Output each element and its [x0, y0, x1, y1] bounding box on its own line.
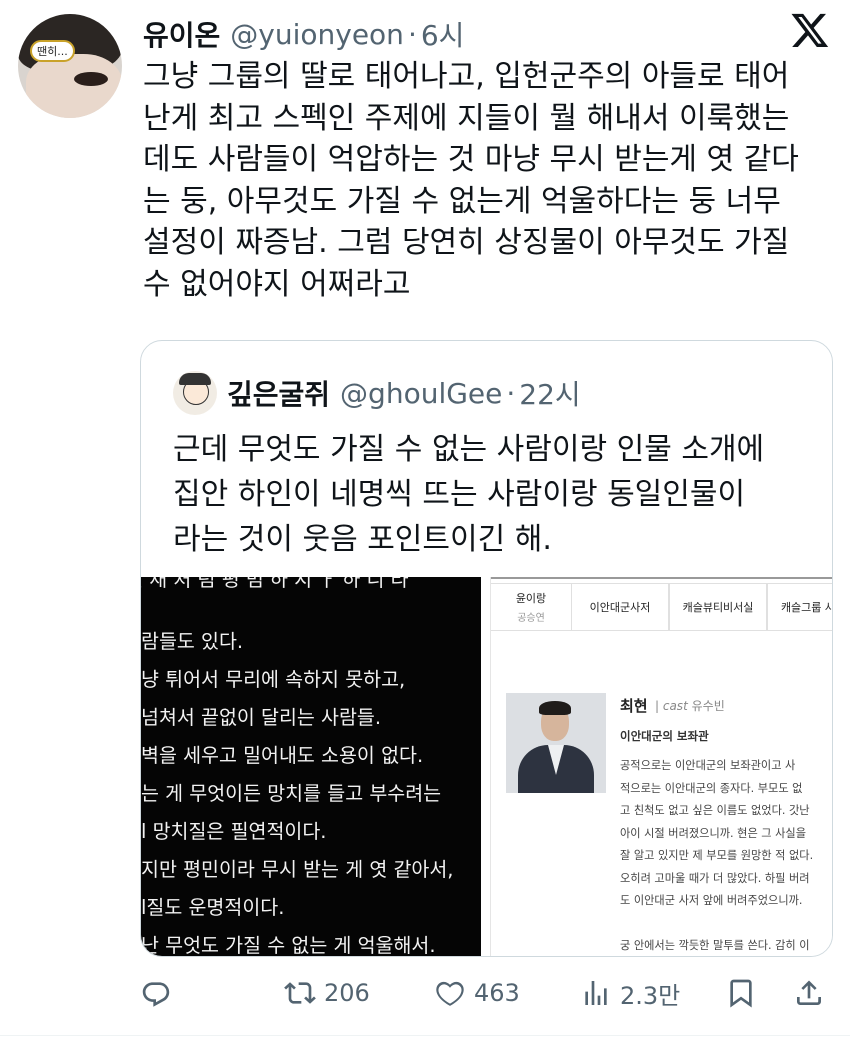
retweet-button[interactable]: 206: [284, 968, 370, 1018]
tweet-actions: 206 463 2.3만: [0, 968, 850, 1018]
views-icon: [585, 981, 607, 1005]
bookmark-button[interactable]: [725, 968, 757, 1018]
like-button[interactable]: 463: [434, 968, 520, 1018]
quote-author-name[interactable]: 깊은굴쥐: [227, 373, 330, 413]
character-tabs: 윤이랑 공승연 이안대군사저 캐슬뷰티비서실 캐슬그룹 사: [491, 577, 833, 635]
character-cast: | cast 유수빈: [655, 699, 725, 713]
separator-dot: ·: [407, 17, 417, 51]
image-text-line: l질도 운명적이다.: [141, 896, 285, 919]
character-tab[interactable]: 캐슬그룹 사: [767, 583, 833, 631]
quote-text: 근데 무엇도 가질 수 없는 사람이랑 인물 소개에 집안 하인이 네명씩 뜨는…: [173, 432, 765, 557]
image-text-line-partial: ㄴ 던 새 처 럼 평 범 하 지 ㅏ 하 니 라: [141, 577, 409, 591]
share-button[interactable]: [793, 968, 825, 1018]
quote-image-right[interactable]: 윤이랑 공승연 이안대군사저 캐슬뷰티비서실 캐슬그룹 사 최현 | cast …: [490, 577, 833, 956]
quote-author-avatar[interactable]: [173, 371, 217, 415]
tweet-time[interactable]: 6시: [421, 14, 465, 54]
image-text-line: 넘쳐서 끝없이 달리는 사람들.: [141, 706, 382, 729]
share-icon: [797, 980, 821, 1005]
character-role: 이안대군의 보좌관: [620, 729, 709, 743]
character-tab-sub: 공승연: [517, 613, 545, 624]
reply-button[interactable]: [140, 968, 180, 1018]
author-handle[interactable]: @yuionyeon: [230, 18, 404, 51]
image-text-line: 난 무엇도 가질 수 없는 게 억울해서.: [141, 934, 436, 956]
author-avatar[interactable]: 땐히...: [18, 14, 122, 118]
character-tab-label: 윤이랑: [515, 592, 547, 605]
character-photo: [506, 693, 606, 793]
author-name[interactable]: 유이온: [143, 14, 220, 54]
bookmark-icon: [730, 979, 752, 1008]
quote-header: 깊은굴쥐 @ghoulGee · 22시: [227, 371, 581, 415]
character-tab[interactable]: 윤이랑 공승연: [491, 583, 572, 631]
character-tab-label: 이안대군사저: [589, 601, 651, 614]
retweet-icon: [284, 982, 316, 1004]
quote-avatar-hat: [179, 373, 211, 385]
x-logo-icon[interactable]: [790, 10, 830, 50]
character-tab-label: 캐슬뷰티비서실: [682, 601, 754, 614]
tweet-header: 유이온 @yuionyeon · 6시: [143, 14, 464, 54]
quote-time[interactable]: 22시: [519, 373, 580, 413]
quoted-tweet[interactable]: 깊은굴쥐 @ghoulGee · 22시 근데 무엇도 가질 수 없는 사람이랑…: [140, 340, 833, 957]
divider: [0, 1035, 850, 1036]
retweet-count: 206: [324, 979, 370, 1007]
image-text-line: 냥 튀어서 무리에 속하지 못하고,: [141, 668, 406, 691]
heart-icon: [436, 981, 464, 1006]
avatar-face: [26, 54, 122, 118]
avatar-eye: [74, 72, 108, 86]
views-count: 2.3만: [620, 981, 681, 1010]
like-count: 463: [474, 979, 520, 1007]
quote-author-handle[interactable]: @ghoulGee: [340, 377, 502, 410]
image-text-line: 람들도 있다.: [141, 630, 244, 653]
quote-separator-dot: ·: [506, 376, 516, 410]
views-button[interactable]: 2.3만: [580, 968, 680, 1018]
tweet-text: 그냥 그룹의 딸로 태어나고, 입헌군주의 아들로 태어 난게 최고 스펙인 주…: [143, 59, 799, 302]
quote-image-left[interactable]: ㄴ 던 새 처 럼 평 범 하 지 ㅏ 하 니 라 람들도 있다. 냥 튀어서 …: [141, 577, 481, 956]
image-text-line: l 망치질은 필연적이다.: [141, 820, 327, 843]
image-text-line: 벽을 세우고 밀어내도 소용이 없다.: [141, 744, 424, 767]
cast-name: 유수빈: [691, 699, 725, 713]
character-tab-label: 캐슬그룹 사: [780, 601, 833, 614]
character-tab[interactable]: 이안대군사저: [571, 583, 669, 631]
cast-label: cast: [662, 699, 688, 713]
image-text-line: 는 게 무엇이든 망치를 들고 부수려는: [141, 782, 442, 805]
avatar-tag: 땐히...: [30, 40, 75, 62]
reply-icon: [142, 982, 170, 1007]
character-tab[interactable]: 캐슬뷰티비서실: [669, 583, 767, 631]
photo-hair: [539, 701, 571, 715]
image-text-line: 지만 평민이라 무시 받는 게 엿 같아서,: [141, 858, 454, 881]
character-name: 최현: [620, 697, 648, 715]
character-description: 공적으로는 이안대군의 보좌관이고 사 적으로는 이안대군의 종자다. 부모도 …: [620, 759, 814, 952]
